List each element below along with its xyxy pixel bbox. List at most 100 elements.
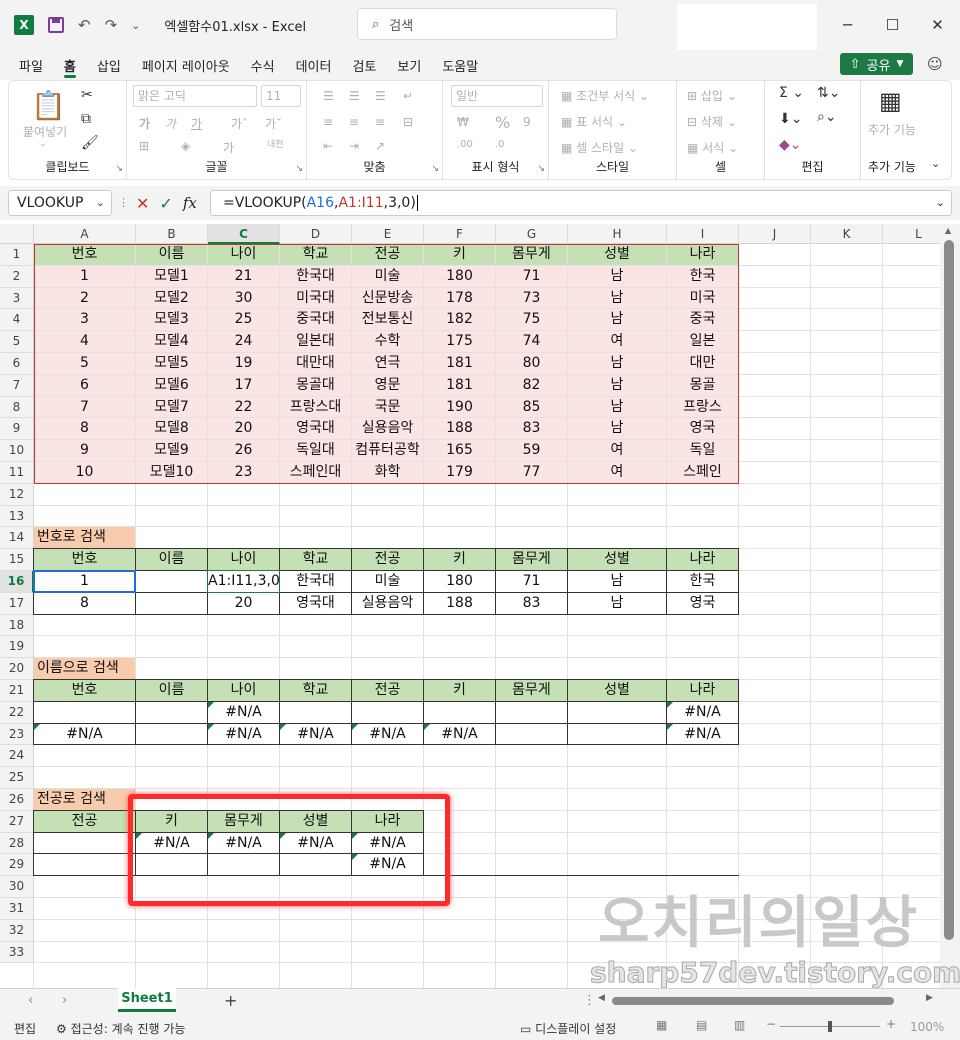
section3-cell[interactable]	[280, 702, 351, 723]
fill-color-icon[interactable]: ◈	[181, 139, 190, 153]
bold-button[interactable]: 가	[139, 115, 150, 132]
section3-header[interactable]: 몸무게	[496, 680, 567, 701]
cancel-icon[interactable]: ✕	[136, 194, 149, 213]
display-settings[interactable]: ▭ 디스플레이 설정	[520, 1020, 616, 1037]
section3-cell[interactable]	[424, 702, 495, 723]
row-header-27[interactable]: 27	[0, 810, 34, 833]
row-header-20[interactable]: 20	[0, 658, 34, 680]
horizontal-scroll-thumb[interactable]	[612, 997, 894, 1005]
section2-cell[interactable]: 83	[496, 593, 567, 614]
row-header-8[interactable]: 8	[0, 396, 34, 419]
account-area[interactable]	[677, 4, 817, 52]
section3-cell[interactable]	[496, 724, 567, 745]
section2-cell[interactable]: 한국대	[280, 571, 351, 592]
column-header-e[interactable]: E	[352, 224, 424, 244]
addins-button-label[interactable]: 추가 기능	[867, 121, 917, 138]
number-launcher-icon[interactable]: ↘	[537, 164, 545, 174]
section2-title[interactable]: 번호로 검색	[34, 527, 135, 549]
more-icon[interactable]: ⋮	[118, 196, 129, 209]
customize-qat-icon[interactable]: ⌄	[131, 19, 140, 32]
expand-formula-icon[interactable]: ⌄	[936, 191, 945, 215]
row-header-19[interactable]: 19	[0, 636, 34, 659]
tab-help[interactable]: 도움말	[442, 50, 478, 80]
section2-cell[interactable]: 남	[568, 593, 666, 614]
redo-icon[interactable]: ↷	[105, 16, 118, 34]
section3-header[interactable]: 번호	[34, 680, 135, 701]
column-header-c[interactable]: C	[208, 224, 280, 244]
vertical-scroll-thumb[interactable]	[944, 240, 954, 940]
decrease-font-icon[interactable]: 가ˇ	[265, 115, 282, 132]
addins-icon[interactable]: ▦	[879, 87, 902, 115]
row-header-28[interactable]: 28	[0, 832, 34, 855]
section3-header[interactable]: 키	[424, 680, 495, 701]
zoom-level[interactable]: 100%	[910, 1020, 944, 1034]
merge-icon[interactable]: ⊟	[403, 115, 413, 129]
section3-cell[interactable]: #N/A	[34, 723, 135, 745]
section3-cell[interactable]: #N/A	[208, 701, 279, 723]
column-header-i[interactable]: I	[667, 224, 739, 244]
column-header-k[interactable]: K	[811, 224, 883, 244]
section3-cell[interactable]	[136, 724, 207, 745]
percent-icon[interactable]: %	[495, 113, 510, 132]
section2-header[interactable]: 키	[424, 549, 495, 570]
increase-font-icon[interactable]: 가ˆ	[231, 115, 248, 132]
section2-cell[interactable]: 남	[568, 571, 666, 592]
format-painter-icon[interactable]: 🖌	[81, 135, 99, 151]
section2-cell[interactable]: 71	[496, 571, 567, 592]
section2-cell[interactable]	[136, 593, 207, 614]
maximize-button[interactable]: ☐	[870, 0, 915, 50]
row-header-32[interactable]: 32	[0, 919, 34, 942]
section4-header[interactable]: 전공	[34, 810, 135, 832]
font-launcher-icon[interactable]: ↘	[295, 164, 303, 174]
section3-cell[interactable]	[496, 702, 567, 723]
align-center-icon[interactable]: ≡	[349, 115, 359, 129]
tab-split-icon[interactable]: ⋮	[583, 993, 596, 1008]
scroll-right-icon[interactable]: ▶	[926, 993, 933, 1003]
comma-icon[interactable]: 9	[523, 115, 531, 129]
row-header-17[interactable]: 17	[0, 592, 34, 615]
delete-cells-button[interactable]: ⊟ 삭제 ⌄	[687, 113, 737, 130]
align-left-icon[interactable]: ≡	[323, 115, 333, 129]
section2-header[interactable]: 나이	[208, 549, 279, 570]
font-name-select[interactable]: 맑은 고딕	[133, 85, 257, 107]
chevron-down-icon[interactable]: ⌄	[96, 191, 105, 215]
sort-filter-icon[interactable]: ⇅⌄	[817, 85, 840, 101]
section3-header[interactable]: 이름	[136, 680, 207, 701]
section3-header[interactable]: 성별	[568, 680, 666, 701]
accessibility-status[interactable]: ⚙ 접근성: 계속 진행 가능	[56, 1020, 185, 1037]
column-header-b[interactable]: B	[136, 224, 208, 244]
section3-cell[interactable]	[568, 702, 666, 723]
row-header-30[interactable]: 30	[0, 876, 34, 898]
select-all-corner[interactable]	[0, 224, 34, 244]
section3-cell[interactable]: #N/A	[208, 723, 279, 745]
close-button[interactable]: ✕	[915, 0, 960, 50]
wrap-text-icon[interactable]: ↵	[403, 89, 413, 103]
add-sheet-icon[interactable]: +	[224, 991, 237, 1010]
cut-icon[interactable]: ✂	[81, 87, 93, 103]
row-header-18[interactable]: 18	[0, 614, 34, 637]
alignment-launcher-icon[interactable]: ↘	[431, 164, 439, 174]
section3-cell[interactable]	[136, 702, 207, 723]
row-header-25[interactable]: 25	[0, 767, 34, 789]
row-header-33[interactable]: 33	[0, 941, 34, 964]
column-header-g[interactable]: G	[496, 224, 568, 244]
row-header-1[interactable]: 1	[0, 244, 34, 266]
row-header-6[interactable]: 6	[0, 353, 34, 375]
normal-view-icon[interactable]: ▦	[656, 1018, 667, 1032]
sheet-tab-sheet1[interactable]: Sheet1	[118, 988, 176, 1012]
section2-cell[interactable]: 실용음악	[352, 593, 423, 614]
row-header-15[interactable]: 15	[0, 549, 34, 571]
tab-formulas[interactable]: 수식	[251, 50, 275, 80]
section3-title[interactable]: 이름으로 검색	[34, 658, 135, 679]
font-size-select[interactable]: 11	[261, 85, 301, 107]
tab-home[interactable]: 홈	[63, 50, 76, 80]
section2-cell[interactable]: 188	[424, 593, 495, 614]
section2-cell[interactable]: 20	[208, 593, 279, 614]
scroll-up-icon[interactable]: ▲	[945, 226, 951, 235]
row-header-9[interactable]: 9	[0, 418, 34, 441]
row-header-24[interactable]: 24	[0, 745, 34, 768]
italic-button[interactable]: 가	[165, 115, 176, 132]
align-right-icon[interactable]: ≡	[375, 115, 385, 129]
column-header-a[interactable]: A	[34, 224, 136, 244]
section2-header[interactable]: 번호	[34, 549, 135, 570]
